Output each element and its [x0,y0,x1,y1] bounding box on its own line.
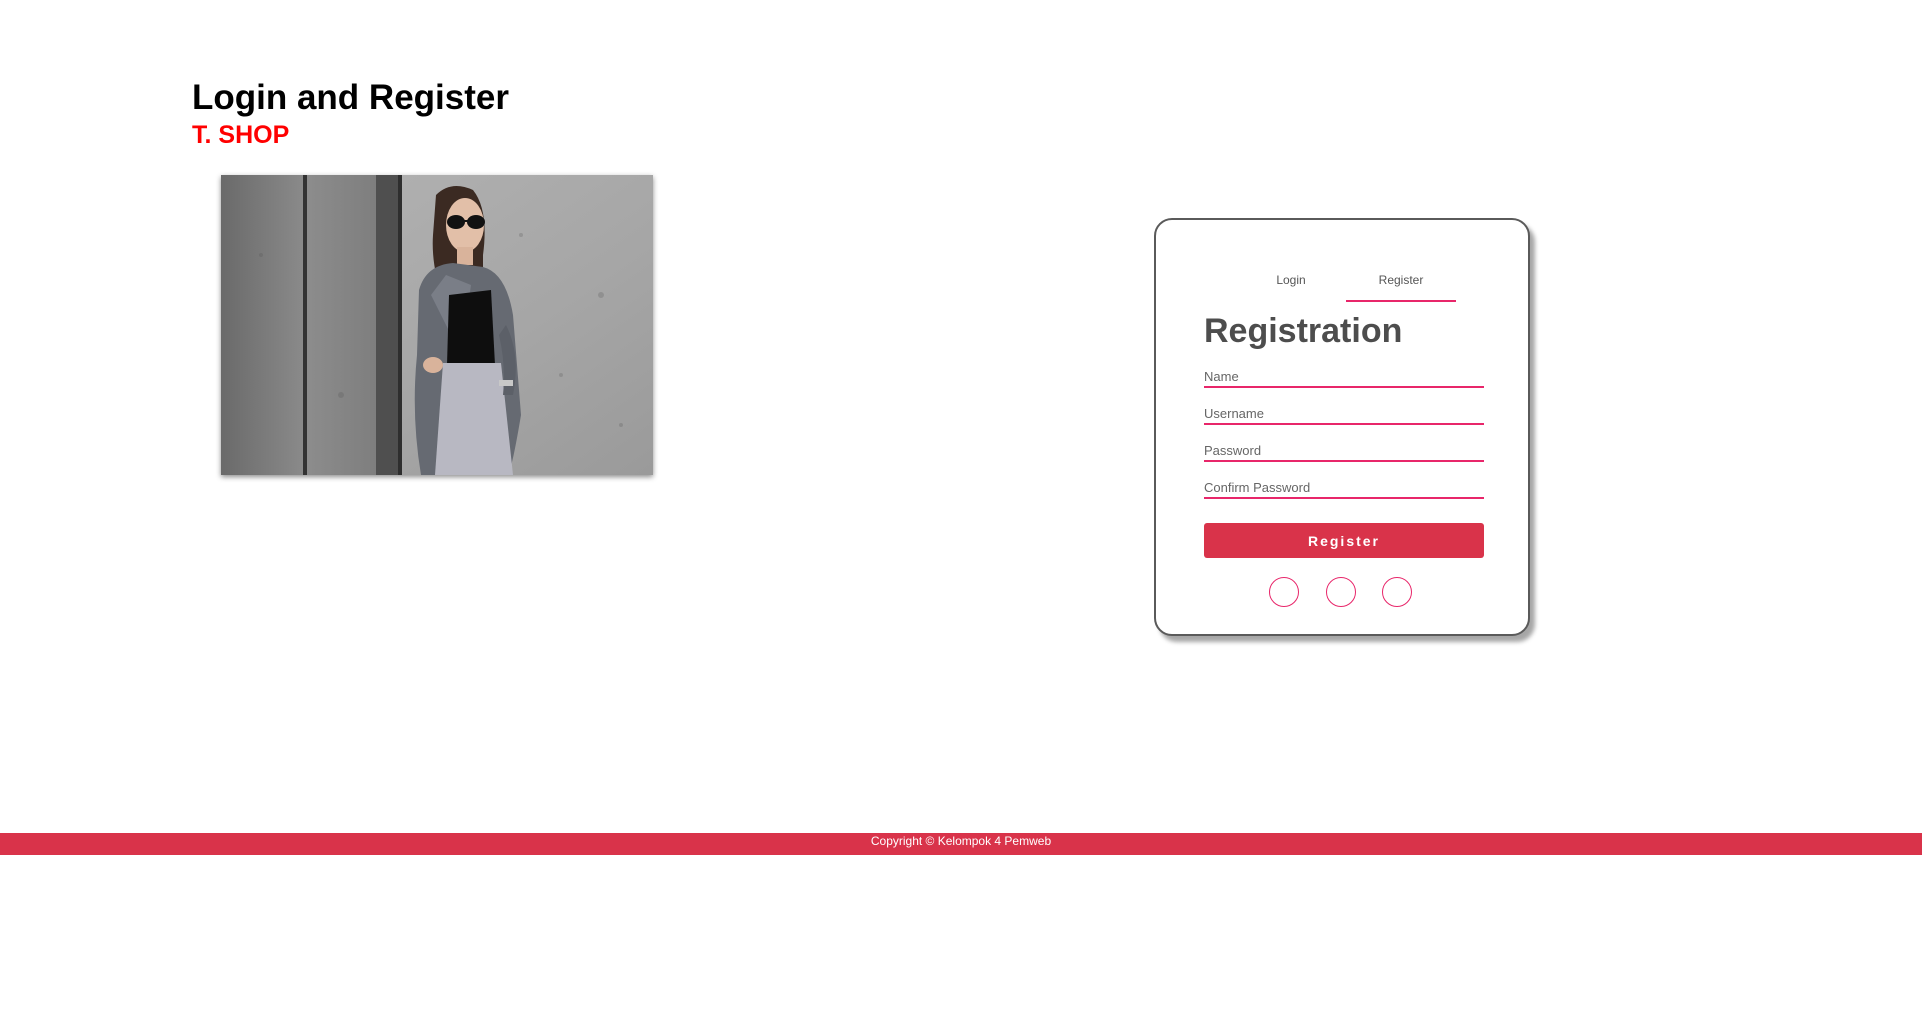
page-header: Login and Register T. SHOP [192,76,509,150]
hero-image [221,175,653,475]
shop-name: T. SHOP [192,121,290,149]
page-title: Login and Register [192,78,509,117]
confirm-password-input[interactable] [1204,477,1484,499]
tab-register[interactable]: Register [1346,270,1456,302]
footer: Copyright © Kelompok 4 Pemweb [0,833,1922,855]
social-icon[interactable] [1382,577,1412,607]
name-input[interactable] [1204,366,1484,388]
form-title: Registration [1204,312,1403,350]
social-buttons [1269,577,1419,609]
page: Login and Register T. SHOP Login Registe… [0,0,1922,1022]
password-input[interactable] [1204,440,1484,462]
auth-card: Login Register Registration Register [1154,218,1530,636]
social-icon[interactable] [1269,577,1299,607]
auth-tabs: Login Register [1236,270,1456,302]
tab-login[interactable]: Login [1236,270,1346,300]
username-input[interactable] [1204,403,1484,425]
fashion-model-photo [221,175,653,475]
copyright-text: Copyright © Kelompok 4 Pemweb [870,834,1052,848]
register-button[interactable]: Register [1204,523,1484,558]
social-icon[interactable] [1326,577,1356,607]
